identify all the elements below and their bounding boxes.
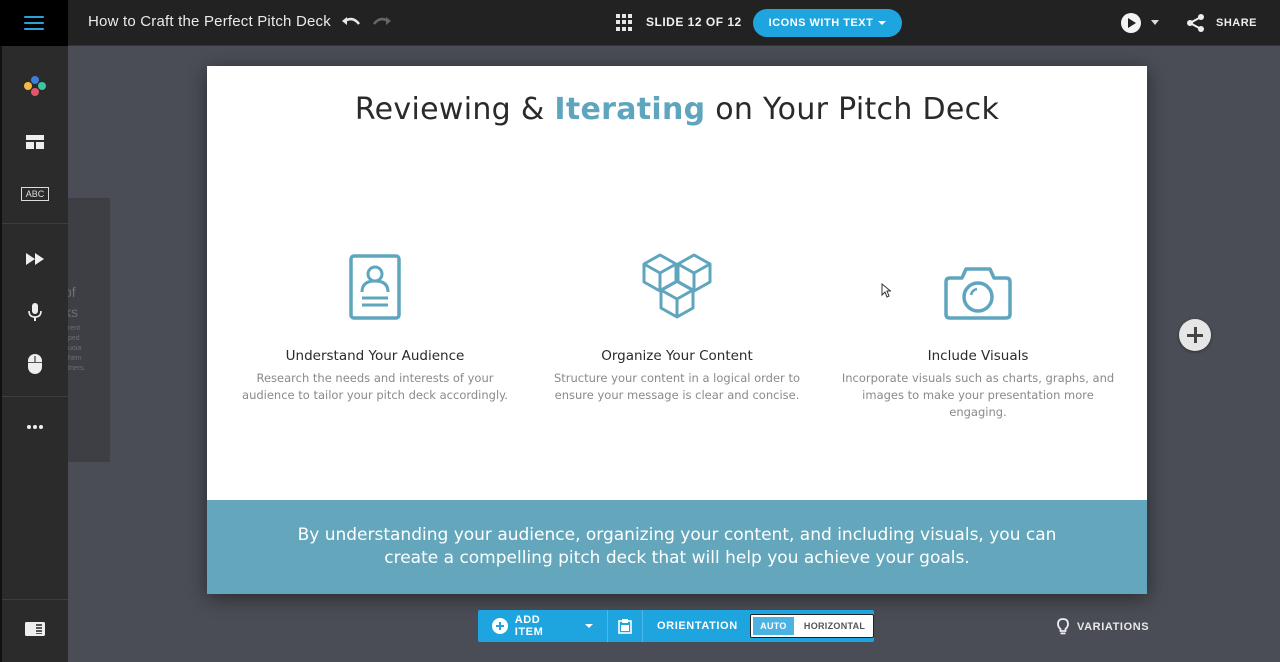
ghost-heading: ofks [68,284,78,320]
sidebar-divider [2,396,68,397]
palette-dots-icon [24,76,46,96]
share-button[interactable]: SHARE [1186,12,1257,34]
orientation-label: ORIENTATION [657,620,738,632]
sidebar-item-voiceover[interactable] [2,292,68,332]
plus-circle-icon [492,618,508,634]
content-column[interactable]: Organize Your Content Structure your con… [532,248,822,404]
clipboard-button[interactable] [608,610,644,642]
document-title[interactable]: How to Craft the Perfect Pitch Deck [88,13,331,30]
share-label: SHARE [1216,17,1258,29]
sidebar-divider [2,223,68,224]
more-dots-icon [27,425,43,429]
orientation-segmented-control: AUTO HORIZONTAL [749,614,874,638]
layout-icon [26,135,44,149]
microphone-icon [28,303,42,321]
camera-icon [944,267,1012,320]
panel-toggle-icon [25,622,45,636]
title-highlight: Iterating [554,92,706,127]
add-slide-button[interactable] [1179,319,1211,351]
main-menu-button[interactable] [0,0,68,46]
stacked-cubes-icon [642,253,712,319]
variations-button[interactable]: VARIATIONS [1057,618,1149,635]
column-heading: Understand Your Audience [285,348,465,364]
summary-banner[interactable]: By understanding your audience, organizi… [207,500,1147,594]
chevron-down-icon [584,624,593,628]
column-body: Structure your content in a logical orde… [553,371,800,402]
previous-slide-preview[interactable]: ofks rentpeduoiahemtners. [68,198,110,462]
title-text: Reviewing & [354,92,555,127]
hamburger-menu-icon [24,16,44,30]
sidebar-panel-toggle[interactable] [2,609,68,649]
add-item-button[interactable]: ADD ITEM [478,610,608,642]
mouse-icon [28,354,42,374]
redo-icon[interactable] [371,12,393,32]
sidebar-item-text[interactable]: ABC [2,174,68,214]
layout-button-label: ICONS WITH TEXT [768,17,874,29]
slide-title[interactable]: Reviewing & Iterating on Your Pitch Deck [207,92,1147,127]
banner-text: By understanding your audience, organizi… [297,525,1057,568]
content-column[interactable]: Include Visuals Incorporate visuals such… [833,248,1123,421]
bottom-toolbar: ADD ITEM ORIENTATION AUTO HORIZONTAL [478,610,874,642]
undo-icon[interactable] [340,12,362,32]
sidebar-item-theme[interactable] [2,66,68,106]
title-text: on Your Pitch Deck [705,92,1000,127]
share-icon [1187,14,1204,32]
sidebar-item-layout[interactable] [2,122,68,162]
sidebar-divider [2,599,68,600]
slides-grid-icon[interactable] [616,14,633,31]
slide-counter: SLIDE 12 OF 12 [646,15,742,29]
lightbulb-icon [1057,618,1069,635]
column-body: Research the needs and interests of your… [242,371,508,402]
orientation-option-horizontal[interactable]: HORIZONTAL [796,615,873,637]
play-options-chevron-icon[interactable] [1151,20,1159,25]
abc-icon: ABC [20,187,50,201]
sidebar-item-animation[interactable] [2,239,68,279]
layout-dropdown-button[interactable]: ICONS WITH TEXT [753,9,902,37]
mouse-pointer-icon [881,283,891,298]
slide-canvas[interactable]: Reviewing & Iterating on Your Pitch Deck… [207,66,1147,594]
orientation-option-auto[interactable]: AUTO [750,615,797,637]
clipboard-icon [617,619,632,634]
column-body: Incorporate visuals such as charts, grap… [841,371,1115,419]
left-sidebar: ABC [0,46,68,662]
column-heading: Include Visuals [927,348,1029,364]
id-card-person-icon [349,254,401,320]
variations-label: VARIATIONS [1077,620,1150,633]
chevron-down-icon [878,21,887,25]
column-heading: Organize Your Content [601,348,753,364]
fast-forward-icon [26,253,44,265]
sidebar-item-interactivity[interactable] [2,344,68,384]
ghost-body: rent ped uoia hem tners. [68,325,86,372]
content-column[interactable]: Understand Your Audience Research the ne… [230,248,520,404]
top-bar: How to Craft the Perfect Pitch Deck SLID… [0,0,1280,46]
add-item-label: ADD ITEM [514,614,544,638]
sidebar-item-more[interactable] [2,407,68,447]
play-icon[interactable] [1121,13,1141,33]
